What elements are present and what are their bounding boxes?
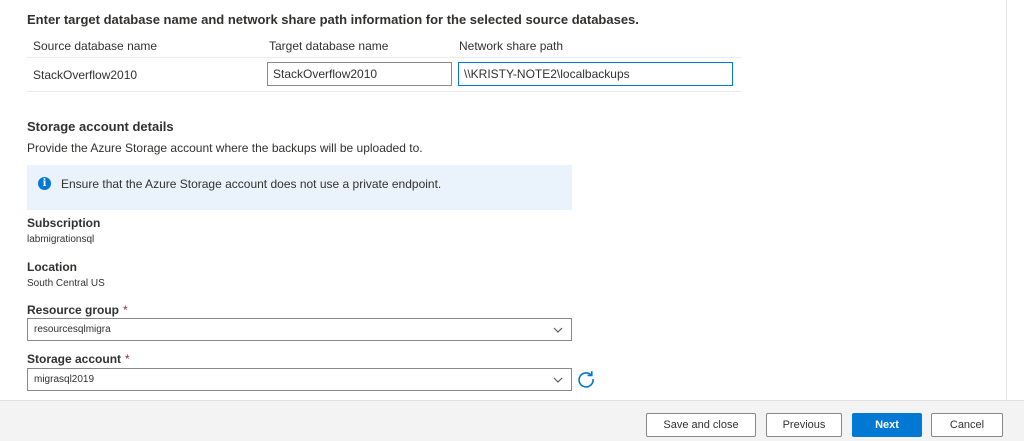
- subscription-label: Subscription: [27, 216, 101, 230]
- location-value: South Central US: [27, 278, 105, 289]
- chevron-down-icon: [553, 327, 563, 333]
- storage-section-description: Provide the Azure Storage account where …: [27, 141, 423, 155]
- section-instruction: Enter target database name and network s…: [27, 12, 639, 27]
- info-message: Ensure that the Azure Storage account do…: [61, 177, 442, 191]
- subscription-value: labmigrationsql: [27, 234, 95, 245]
- info-icon: i: [38, 177, 51, 190]
- resource-group-selected: resourcesqlmigra: [34, 324, 111, 335]
- resource-group-label-text: Resource group: [27, 303, 120, 317]
- private-endpoint-info-bar: i Ensure that the Azure Storage account …: [27, 165, 572, 210]
- source-database-cell: StackOverflow2010: [33, 68, 138, 82]
- refresh-icon[interactable]: [576, 369, 596, 389]
- storage-section-title: Storage account details: [27, 119, 174, 134]
- vertical-scrollbar[interactable]: [1006, 0, 1024, 400]
- table-header-divider: [27, 57, 742, 58]
- wizard-footer: Save and close Previous Next Cancel: [0, 400, 1024, 441]
- chevron-down-icon: [553, 377, 563, 383]
- previous-button[interactable]: Previous: [766, 413, 842, 437]
- column-header-target: Target database name: [269, 39, 389, 53]
- resource-group-dropdown[interactable]: resourcesqlmigra: [27, 318, 572, 341]
- storage-account-selected: migrasql2019: [34, 374, 95, 385]
- next-button[interactable]: Next: [852, 413, 922, 437]
- storage-account-dropdown[interactable]: migrasql2019: [27, 368, 572, 391]
- column-header-source: Source database name: [33, 39, 158, 53]
- target-database-input[interactable]: StackOverflow2010: [267, 62, 452, 86]
- cancel-button[interactable]: Cancel: [931, 413, 1003, 437]
- storage-account-label: Storage account *: [27, 352, 130, 366]
- resource-group-label: Resource group *: [27, 303, 128, 317]
- column-header-share-path: Network share path: [459, 39, 564, 53]
- save-and-close-button[interactable]: Save and close: [646, 413, 756, 437]
- table-row-divider: [27, 91, 742, 92]
- wizard-content: Enter target database name and network s…: [0, 0, 1006, 400]
- required-marker: *: [123, 303, 128, 317]
- storage-account-label-text: Storage account: [27, 352, 122, 366]
- network-share-path-input[interactable]: \\KRISTY-NOTE2\localbackups: [458, 62, 733, 86]
- location-label: Location: [27, 260, 77, 274]
- required-marker: *: [125, 352, 130, 366]
